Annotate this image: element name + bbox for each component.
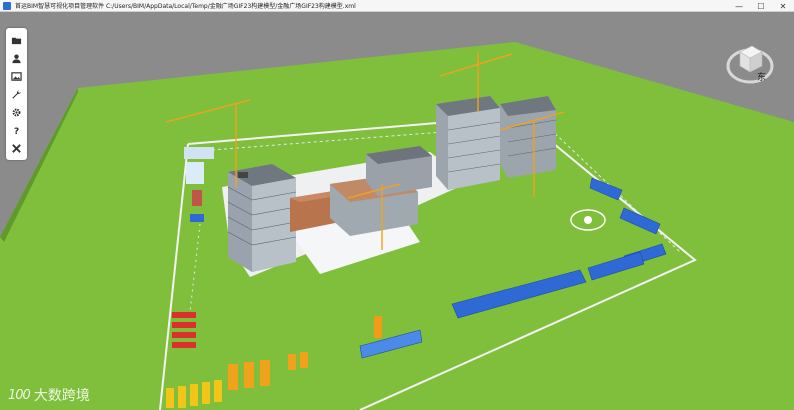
app-icon xyxy=(3,1,11,10)
left-toolbar: ? xyxy=(6,28,27,160)
site-marker xyxy=(570,209,606,231)
image-button[interactable] xyxy=(9,68,25,84)
user-button[interactable] xyxy=(9,50,25,66)
settings-button[interactable] xyxy=(9,104,25,120)
window-title-bar: 首运BIM智慧可视化项目管理软件 C:/Users/BIM/AppData/Lo… xyxy=(0,0,794,12)
view-cube-label: 东 xyxy=(757,71,766,83)
image-icon xyxy=(11,71,22,81)
window-controls: — ☐ ✕ xyxy=(728,0,794,12)
gear-icon xyxy=(12,108,21,116)
tower-left xyxy=(227,164,297,272)
help-icon: ? xyxy=(14,126,19,136)
watermark-text: 大数跨境 xyxy=(33,388,90,404)
maximize-button[interactable]: ☐ xyxy=(750,0,772,12)
minimize-button[interactable]: — xyxy=(728,0,750,12)
person-icon xyxy=(12,53,21,63)
watermark-logo: 100 xyxy=(8,387,31,403)
view-cube[interactable]: 东 xyxy=(724,36,776,88)
wrench-icon xyxy=(12,89,21,99)
tools-button[interactable] xyxy=(9,86,25,102)
help-button[interactable]: ? xyxy=(9,122,25,138)
open-file-button[interactable] xyxy=(9,32,25,48)
exit-button[interactable] xyxy=(9,140,25,156)
close-icon xyxy=(12,143,21,153)
window-title: 首运BIM智慧可视化项目管理软件 C:/Users/BIM/AppData/Lo… xyxy=(15,3,356,10)
3d-viewport[interactable]: ? 东 xyxy=(0,12,794,410)
svg-text:?: ? xyxy=(14,126,19,136)
watermark: 100 大数跨境 xyxy=(8,384,90,406)
site-model-render xyxy=(0,12,794,410)
folder-icon xyxy=(11,37,22,44)
close-window-button[interactable]: ✕ xyxy=(772,0,794,12)
